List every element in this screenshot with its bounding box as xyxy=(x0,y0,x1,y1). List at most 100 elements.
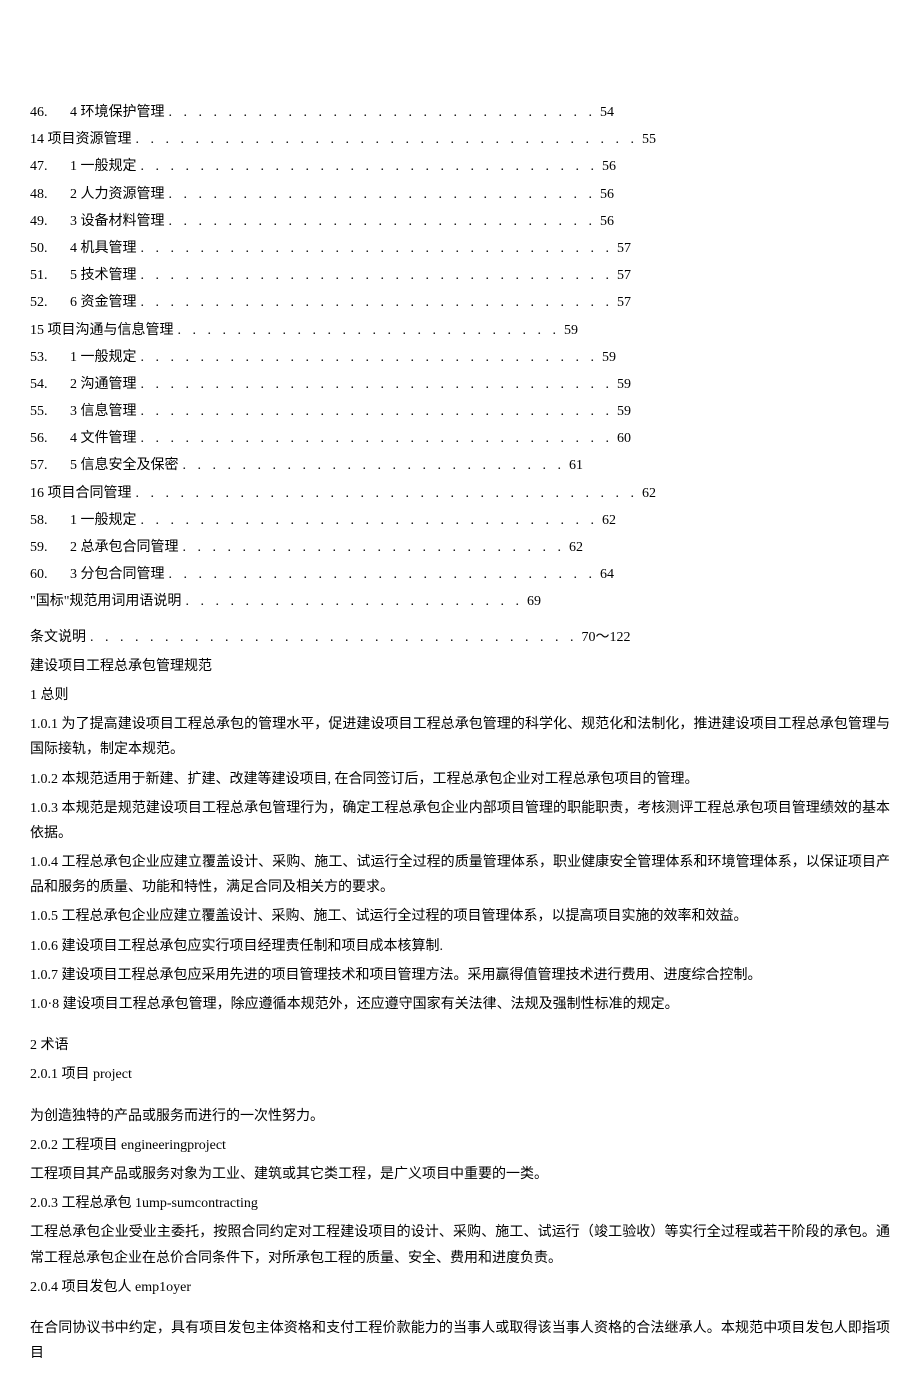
toc-page: 59 xyxy=(564,318,578,343)
toc-row: 52.6 资金管理. . . . . . . . . . . . . . . .… xyxy=(30,290,890,315)
paragraph: 1.0·8 建设项目工程总承包管理，除应遵循本规范外，还应遵守国家有关法律、法规… xyxy=(30,992,890,1017)
document-body: 建设项目工程总承包管理规范 1 总则 1.0.1 为了提高建设项目工程总承包的管… xyxy=(30,654,890,1367)
toc-dots: . . . . . . . . . . . . . . . . . . . . … xyxy=(132,127,643,152)
toc-page: 57 xyxy=(617,236,631,261)
toc-row: 50.4 机具管理. . . . . . . . . . . . . . . .… xyxy=(30,236,890,261)
toc-dots: . . . . . . . . . . . . . . . . . . . . … xyxy=(165,100,601,125)
toc-num: 51. xyxy=(30,263,70,288)
toc-page: 57 xyxy=(617,290,631,315)
paragraph: 1.0.6 建设项目工程总承包应实行项目经理责任制和项目成本核算制. xyxy=(30,934,890,959)
toc-dots: . . . . . . . . . . . . . . . . . . . . … xyxy=(165,562,601,587)
toc-dots: . . . . . . . . . . . . . . . . . . . . … xyxy=(137,263,618,288)
term-definition: 为创造独特的产品或服务而进行的一次性努力。 xyxy=(30,1104,890,1129)
paragraph: 1.0.2 本规范适用于新建、扩建、改建等建设项目, 在合同签订后，工程总承包企… xyxy=(30,767,890,792)
toc-num: 54. xyxy=(30,372,70,397)
toc-dots: . . . . . . . . . . . . . . . . . . . . … xyxy=(137,345,603,370)
toc-num: 57. xyxy=(30,453,70,478)
toc-num: 55. xyxy=(30,399,70,424)
document-title: 建设项目工程总承包管理规范 xyxy=(30,654,890,679)
toc-title: 4 文件管理 xyxy=(70,426,137,451)
toc-page: 59 xyxy=(617,372,631,397)
toc-row: 15 项目沟通与信息管理. . . . . . . . . . . . . . … xyxy=(30,318,890,343)
section-heading: 2 术语 xyxy=(30,1033,890,1058)
term-heading: 2.0.2 工程项目 engineeringproject xyxy=(30,1133,890,1158)
toc-title: 3 设备材料管理 xyxy=(70,209,165,234)
toc-num: 60. xyxy=(30,562,70,587)
toc-row: 48.2 人力资源管理. . . . . . . . . . . . . . .… xyxy=(30,182,890,207)
toc-title: 14 项目资源管理 xyxy=(30,127,132,152)
paragraph: 1.0.3 本规范是规范建设项目工程总承包管理行为，确定工程总承包企业内部项目管… xyxy=(30,796,890,846)
term-definition: 在合同协议书中约定，具有项目发包主体资格和支付工程价款能力的当事人或取得该当事人… xyxy=(30,1316,890,1366)
toc-row: 16 项目合同管理. . . . . . . . . . . . . . . .… xyxy=(30,481,890,506)
toc-title: 15 项目沟通与信息管理 xyxy=(30,318,174,343)
toc-title: 4 环境保护管理 xyxy=(70,100,165,125)
table-of-contents: 46.4 环境保护管理. . . . . . . . . . . . . . .… xyxy=(30,100,890,650)
toc-row: 59.2 总承包合同管理. . . . . . . . . . . . . . … xyxy=(30,535,890,560)
toc-num: 48. xyxy=(30,182,70,207)
toc-dots: . . . . . . . . . . . . . . . . . . . . … xyxy=(174,318,565,343)
toc-row: 57.5 信息安全及保密. . . . . . . . . . . . . . … xyxy=(30,453,890,478)
toc-title: 3 信息管理 xyxy=(70,399,137,424)
toc-page: 69 xyxy=(527,589,541,614)
toc-dots: . . . . . . . . . . . . . . . . . . . . … xyxy=(86,625,582,650)
toc-num: 50. xyxy=(30,236,70,261)
toc-page: 62 xyxy=(569,535,583,560)
term-heading: 2.0.1 项目 project xyxy=(30,1062,890,1087)
term-heading: 2.0.4 项目发包人 emp1oyer xyxy=(30,1275,890,1300)
toc-title: "国标"规范用词用语说明 xyxy=(30,589,181,614)
toc-dots: . . . . . . . . . . . . . . . . . . . . … xyxy=(181,589,527,614)
toc-row: 46.4 环境保护管理. . . . . . . . . . . . . . .… xyxy=(30,100,890,125)
section-heading: 1 总则 xyxy=(30,683,890,708)
toc-title: 1 一般规定 xyxy=(70,345,137,370)
toc-num: 47. xyxy=(30,154,70,179)
toc-page: 57 xyxy=(617,263,631,288)
toc-page: 56 xyxy=(600,182,614,207)
toc-dots: . . . . . . . . . . . . . . . . . . . . … xyxy=(137,290,618,315)
toc-num: 53. xyxy=(30,345,70,370)
toc-row: 54.2 沟通管理. . . . . . . . . . . . . . . .… xyxy=(30,372,890,397)
toc-page: 59 xyxy=(617,399,631,424)
toc-dots: . . . . . . . . . . . . . . . . . . . . … xyxy=(137,399,618,424)
toc-dots: . . . . . . . . . . . . . . . . . . . . … xyxy=(137,372,618,397)
toc-dots: . . . . . . . . . . . . . . . . . . . . … xyxy=(132,481,643,506)
toc-num: 56. xyxy=(30,426,70,451)
toc-page: 70～122 xyxy=(582,625,631,650)
toc-row: 47.1 一般规定. . . . . . . . . . . . . . . .… xyxy=(30,154,890,179)
toc-title: 5 信息安全及保密 xyxy=(70,453,179,478)
toc-title: 6 资金管理 xyxy=(70,290,137,315)
toc-num: 58. xyxy=(30,508,70,533)
toc-page: 56 xyxy=(600,209,614,234)
toc-dots: . . . . . . . . . . . . . . . . . . . . … xyxy=(137,236,618,261)
toc-title: 2 沟通管理 xyxy=(70,372,137,397)
toc-title: 5 技术管理 xyxy=(70,263,137,288)
toc-row: 55.3 信息管理. . . . . . . . . . . . . . . .… xyxy=(30,399,890,424)
toc-page: 62 xyxy=(642,481,656,506)
toc-page: 55 xyxy=(642,127,656,152)
toc-row: 56.4 文件管理. . . . . . . . . . . . . . . .… xyxy=(30,426,890,451)
paragraph: 1.0.1 为了提高建设项目工程总承包的管理水平，促进建设项目工程总承包管理的科… xyxy=(30,712,890,762)
toc-title: 条文说明 xyxy=(30,625,86,650)
paragraph: 1.0.5 工程总承包企业应建立覆盖设计、采购、施工、试运行全过程的项目管理体系… xyxy=(30,904,890,929)
toc-page: 56 xyxy=(602,154,616,179)
toc-num: 46. xyxy=(30,100,70,125)
toc-row: 49.3 设备材料管理. . . . . . . . . . . . . . .… xyxy=(30,209,890,234)
toc-page: 54 xyxy=(600,100,614,125)
toc-title: 2 总承包合同管理 xyxy=(70,535,179,560)
toc-title: 16 项目合同管理 xyxy=(30,481,132,506)
toc-footer-row: 条文说明. . . . . . . . . . . . . . . . . . … xyxy=(30,625,890,650)
toc-row: 58.1 一般规定. . . . . . . . . . . . . . . .… xyxy=(30,508,890,533)
toc-num: 49. xyxy=(30,209,70,234)
term-definition: 工程总承包企业受业主委托，按照合同约定对工程建设项目的设计、采购、施工、试运行（… xyxy=(30,1220,890,1270)
toc-title: 1 一般规定 xyxy=(70,508,137,533)
toc-dots: . . . . . . . . . . . . . . . . . . . . … xyxy=(137,154,603,179)
toc-num: 52. xyxy=(30,290,70,315)
toc-dots: . . . . . . . . . . . . . . . . . . . . … xyxy=(165,209,601,234)
toc-title: 1 一般规定 xyxy=(70,154,137,179)
toc-page: 62 xyxy=(602,508,616,533)
toc-page: 60 xyxy=(617,426,631,451)
term-heading: 2.0.3 工程总承包 1ump-sumcontracting xyxy=(30,1191,890,1216)
toc-row: 60.3 分包合同管理. . . . . . . . . . . . . . .… xyxy=(30,562,890,587)
toc-num: 59. xyxy=(30,535,70,560)
paragraph: 1.0.4 工程总承包企业应建立覆盖设计、采购、施工、试运行全过程的质量管理体系… xyxy=(30,850,890,900)
toc-row: 51.5 技术管理. . . . . . . . . . . . . . . .… xyxy=(30,263,890,288)
